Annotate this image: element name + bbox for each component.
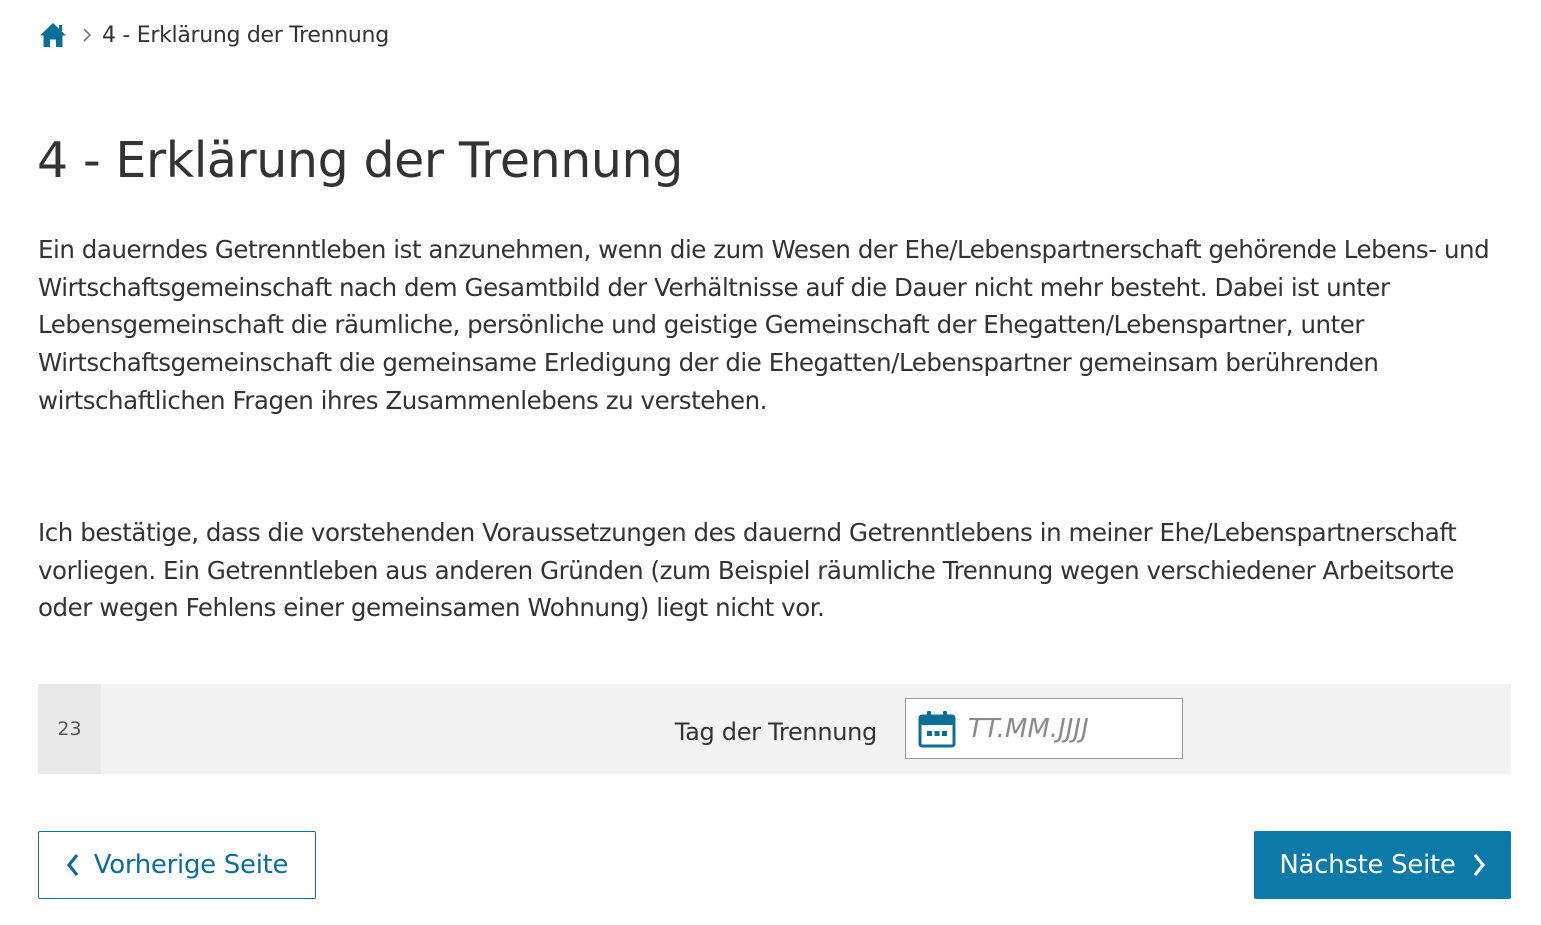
separation-date-field	[905, 698, 1183, 759]
breadcrumb: 4 - Erklärung der Trennung	[38, 20, 389, 50]
separation-date-row: 23 Tag der Trennung	[38, 684, 1511, 774]
next-page-button[interactable]: Nächste Seite	[1254, 831, 1511, 899]
explanation-paragraph: Ein dauerndes Getrenntleben ist anzunehm…	[38, 235, 1490, 415]
chevron-left-icon	[66, 853, 80, 877]
confirmation-paragraph: Ich bestätige, dass die vorstehenden Vor…	[38, 518, 1457, 623]
separation-date-input[interactable]	[968, 713, 1168, 744]
previous-page-button[interactable]: Vorherige Seite	[38, 831, 316, 899]
next-page-label: Nächste Seite	[1279, 850, 1456, 880]
home-icon[interactable]	[38, 20, 68, 50]
field-number: 23	[38, 684, 101, 774]
separation-date-label: Tag der Trennung	[674, 718, 878, 746]
page-title: 4 - Erklärung der Trennung	[37, 132, 683, 189]
breadcrumb-current: 4 - Erklärung der Trennung	[102, 22, 389, 48]
chevron-right-icon	[1472, 853, 1486, 877]
previous-page-label: Vorherige Seite	[93, 850, 289, 880]
chevron-right-icon	[82, 27, 92, 43]
form-page: 4 - Erklärung der Trennung 4 - Erklärung…	[0, 0, 1541, 925]
calendar-icon[interactable]	[918, 710, 956, 748]
